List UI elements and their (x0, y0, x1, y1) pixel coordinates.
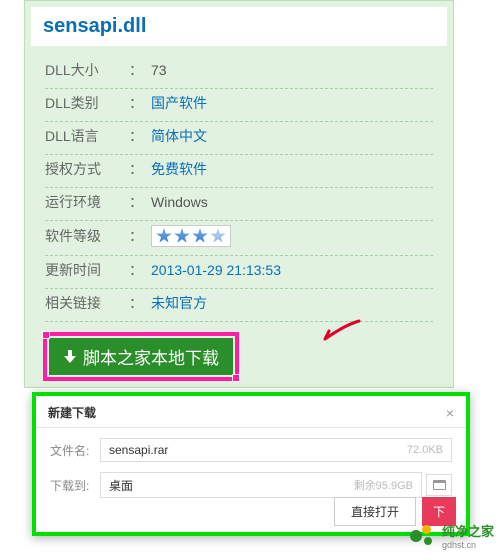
label-language: DLL语言 (45, 126, 129, 146)
star-icon (210, 228, 226, 244)
watermark: 纯净之家 gdhst.cn (410, 521, 494, 550)
label-related: 相关链接 (45, 293, 129, 313)
row-license: 授权方式 ： 免费软件 (45, 155, 433, 188)
download-button-highlight: 脚本之家本地下载 (43, 332, 239, 381)
filesize-text: 72.0KB (407, 444, 443, 456)
watermark-logo-icon (410, 523, 436, 549)
dialog-header: 新建下载 × (36, 396, 466, 428)
value-updated[interactable]: 2013-01-29 21:13:53 (151, 262, 281, 278)
remaining-text: 剩余95.9GB (354, 477, 413, 493)
info-list: DLL大小 ： 73 DLL类别 ： 国产软件 DLL语言 ： 简体中文 授权方… (25, 50, 453, 322)
saveto-row: 下载到: 剩余95.9GB (50, 472, 452, 498)
filename-input[interactable] (109, 443, 407, 457)
browse-folder-button[interactable] (426, 474, 452, 496)
star-icon (174, 228, 190, 244)
dialog-title: 新建下载 (48, 404, 96, 421)
label-category: DLL类别 (45, 93, 129, 113)
download-icon (63, 350, 77, 364)
star-rating (151, 225, 231, 247)
close-icon[interactable]: × (446, 405, 454, 421)
value-category[interactable]: 国产软件 (151, 93, 207, 113)
row-updated: 更新时间 ： 2013-01-29 21:13:53 (45, 256, 433, 289)
label-size: DLL大小 (45, 60, 129, 80)
star-icon (192, 228, 208, 244)
label-rating: 软件等级 (45, 226, 129, 246)
download-dialog: 新建下载 × 文件名: 72.0KB 下载到: 剩余95.9GB 直接打开 下 (32, 392, 470, 536)
row-language: DLL语言 ： 简体中文 (45, 122, 433, 155)
download-button[interactable]: 脚本之家本地下载 (49, 338, 233, 375)
row-environment: 运行环境 ： Windows (45, 188, 433, 221)
filename-input-wrap: 72.0KB (100, 438, 452, 462)
label-updated: 更新时间 (45, 260, 129, 280)
star-icon (156, 228, 172, 244)
saveto-input-wrap: 剩余95.9GB (100, 472, 422, 498)
row-rating: 软件等级 ： (45, 221, 433, 256)
page-title: sensapi.dll (43, 15, 435, 38)
title-bar: sensapi.dll (31, 7, 447, 46)
saveto-input[interactable] (109, 478, 354, 492)
folder-icon (433, 480, 446, 490)
value-size: 73 (151, 62, 167, 78)
filename-label: 文件名: (50, 442, 100, 459)
watermark-text: 纯净之家 (442, 521, 494, 540)
row-size: DLL大小 ： 73 (45, 56, 433, 89)
value-license[interactable]: 免费软件 (151, 159, 207, 179)
open-directly-button[interactable]: 直接打开 (334, 497, 416, 526)
value-language[interactable]: 简体中文 (151, 126, 207, 146)
filename-row: 文件名: 72.0KB (50, 438, 452, 462)
value-related[interactable]: 未知官方 (151, 293, 207, 313)
label-license: 授权方式 (45, 159, 129, 179)
watermark-url: gdhst.cn (442, 540, 494, 550)
annotation-arrow-icon (315, 319, 361, 345)
row-category: DLL类别 ： 国产软件 (45, 89, 433, 122)
label-environment: 运行环境 (45, 192, 129, 212)
saveto-label: 下载到: (50, 477, 100, 494)
info-panel: sensapi.dll DLL大小 ： 73 DLL类别 ： 国产软件 DLL语… (24, 0, 454, 388)
download-button-label: 脚本之家本地下载 (83, 344, 219, 369)
value-environment: Windows (151, 194, 208, 210)
row-related: 相关链接 ： 未知官方 (45, 289, 433, 322)
